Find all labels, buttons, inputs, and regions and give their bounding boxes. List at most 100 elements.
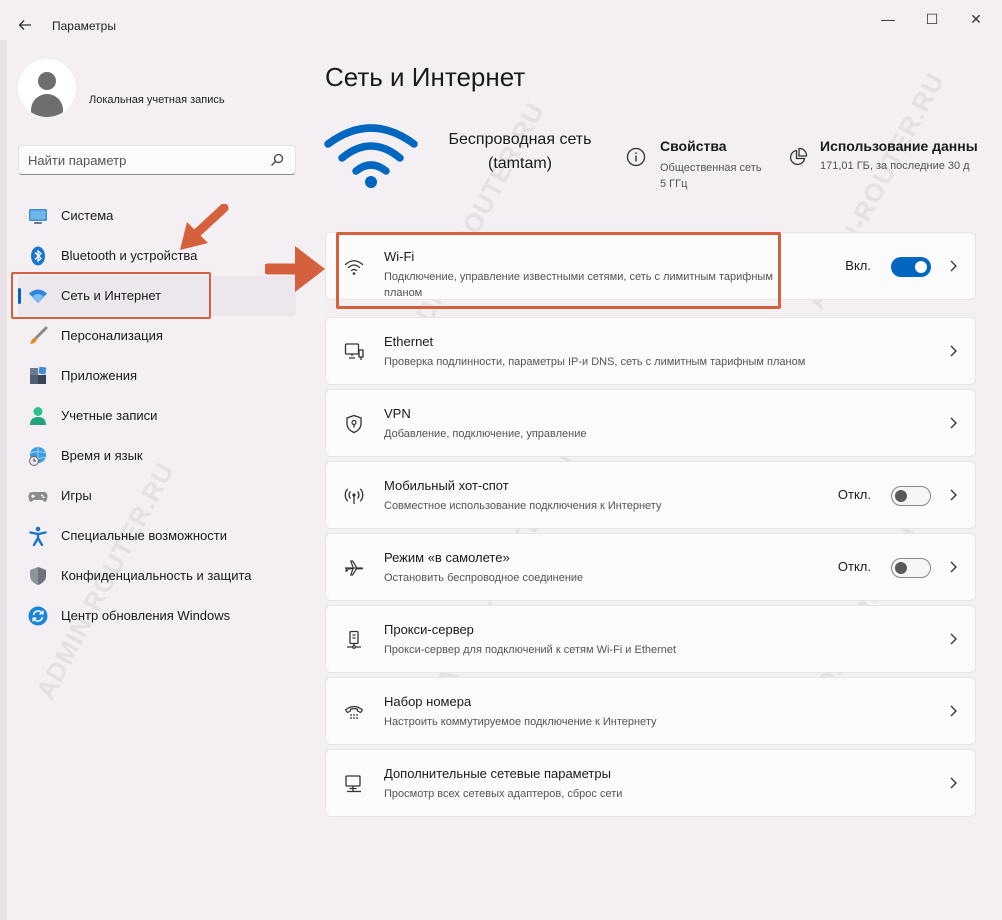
window-edge xyxy=(0,40,7,920)
network-name: Беспроводная сеть (tamtam) xyxy=(440,128,600,176)
chevron-right-icon[interactable] xyxy=(947,560,959,574)
data-usage-link[interactable]: Использование данны xyxy=(820,138,978,154)
chevron-right-icon[interactable] xyxy=(947,259,959,273)
title-bar: Параметры — ☐ ✕ xyxy=(0,0,1002,52)
network-computer-icon xyxy=(345,775,361,793)
toggle-state-label: Откл. xyxy=(837,487,871,502)
avatar-body xyxy=(31,94,63,117)
search-box[interactable] xyxy=(18,145,296,175)
advanced-network-settings-card[interactable]: Дополнительные сетевые параметры Просмот… xyxy=(325,749,976,817)
properties-network-type: Общественная сеть xyxy=(660,162,762,174)
avatar-head xyxy=(38,72,56,90)
card-title: Набор номера xyxy=(384,694,472,709)
chevron-right-icon[interactable] xyxy=(947,704,959,718)
maximize-button[interactable]: ☐ xyxy=(916,8,948,30)
annotation-arrow-down-left xyxy=(180,204,229,250)
close-button[interactable]: ✕ xyxy=(960,8,992,30)
hotspot-icon xyxy=(344,488,364,504)
info-icon[interactable] xyxy=(626,147,646,167)
toggle-state-label: Откл. xyxy=(837,559,871,574)
highlight-box-sidebar xyxy=(11,272,211,319)
card-title: Дополнительные сетевые параметры xyxy=(384,766,611,781)
data-usage-details: 171,01 ГБ, за последние 30 д xyxy=(820,160,970,172)
card-description: Остановить беспроводное соединение xyxy=(384,572,584,584)
gamepad-icon xyxy=(28,492,48,502)
mobile-hotspot-toggle[interactable] xyxy=(891,486,931,506)
sidebar-item-label: Центр обновления Windows xyxy=(61,608,231,623)
chevron-right-icon[interactable] xyxy=(947,632,959,646)
network-name-line1: Беспроводная сеть xyxy=(448,131,592,148)
chevron-right-icon[interactable] xyxy=(947,776,959,790)
bluetooth-icon xyxy=(31,246,45,266)
card-title: Режим «в самолете» xyxy=(384,550,510,565)
search-icon[interactable] xyxy=(270,153,284,167)
toggle-state-label: Вкл. xyxy=(845,258,871,273)
sidebar-item-label: Система xyxy=(61,208,114,223)
vpn-card[interactable]: VPN Добавление, подключение, управление xyxy=(325,389,976,457)
minimize-button[interactable]: — xyxy=(872,8,904,30)
card-description: Просмотр всех сетевых адаптеров, сброс с… xyxy=(384,788,623,800)
sidebar-nav: Система Bluetooth и устройства Сеть и Ин… xyxy=(18,196,296,636)
wifi-icon xyxy=(324,124,418,188)
sidebar-item-personalization[interactable]: Персонализация xyxy=(18,316,296,356)
card-title: Ethernet xyxy=(384,334,434,349)
properties-band: 5 ГГц xyxy=(660,178,688,190)
network-name-line2: (tamtam) xyxy=(488,155,552,172)
page-title: Сеть и Интернет xyxy=(325,62,526,92)
ethernet-card[interactable]: Ethernet Проверка подлинности, параметры… xyxy=(325,317,976,385)
sidebar-item-label: Учетные записи xyxy=(61,408,158,423)
accessibility-icon xyxy=(29,526,47,546)
proxy-card[interactable]: Прокси-сервер Прокси-сервер для подключе… xyxy=(325,605,976,673)
pie-chart-icon[interactable] xyxy=(788,147,808,167)
app-title: Параметры xyxy=(52,19,116,33)
sidebar-item-label: Персонализация xyxy=(61,328,163,343)
shield-icon xyxy=(30,567,46,585)
sidebar-item-apps[interactable]: Приложения xyxy=(18,356,296,396)
highlight-box-wifi xyxy=(336,232,781,309)
sidebar-item-accounts[interactable]: Учетные записи xyxy=(18,396,296,436)
proxy-icon xyxy=(347,630,361,649)
airplane-icon xyxy=(344,560,364,576)
sidebar-item-gaming[interactable]: Игры xyxy=(18,476,296,516)
wifi-toggle[interactable] xyxy=(891,257,931,277)
ethernet-icon xyxy=(344,343,364,360)
sidebar-item-system[interactable]: Система xyxy=(18,196,296,236)
card-title: Мобильный хот-спот xyxy=(384,478,509,493)
apps-icon xyxy=(30,366,47,384)
vpn-shield-icon xyxy=(346,414,362,434)
card-description: Добавление, подключение, управление xyxy=(384,428,587,440)
airplane-mode-toggle[interactable] xyxy=(891,558,931,578)
sidebar-item-label: Игры xyxy=(61,488,92,503)
update-icon xyxy=(28,606,48,626)
dialup-card[interactable]: Набор номера Настроить коммутируемое под… xyxy=(325,677,976,745)
settings-window: ADMIN-ROUTER.RU ADMIN-ROUTER.RU ADMIN-RO… xyxy=(0,0,1002,920)
brush-icon xyxy=(30,326,48,344)
avatar[interactable] xyxy=(18,59,76,117)
sidebar-item-label: Специальные возможности xyxy=(61,528,227,543)
sidebar-item-windows-update[interactable]: Центр обновления Windows xyxy=(18,596,296,636)
properties-link[interactable]: Свойства xyxy=(660,138,727,154)
back-button[interactable] xyxy=(14,14,36,36)
card-title: Прокси-сервер xyxy=(384,622,474,637)
card-description: Проверка подлинности, параметры IP-и DNS… xyxy=(384,356,806,368)
account-name: Локальная учетная запись xyxy=(89,94,225,106)
airplane-mode-card[interactable]: Режим «в самолете» Остановить беспроводн… xyxy=(325,533,976,601)
chevron-right-icon[interactable] xyxy=(947,344,959,358)
sidebar-item-privacy[interactable]: Конфиденциальность и защита xyxy=(18,556,296,596)
chevron-right-icon[interactable] xyxy=(947,416,959,430)
sidebar-item-label: Время и язык xyxy=(61,448,143,463)
annotation-arrow-right xyxy=(265,246,325,292)
chevron-right-icon[interactable] xyxy=(947,488,959,502)
dialup-icon xyxy=(344,705,364,719)
sidebar-item-accessibility[interactable]: Специальные возможности xyxy=(18,516,296,556)
arrow-left-icon xyxy=(18,20,31,30)
toggle-knob xyxy=(895,562,907,574)
toggle-knob xyxy=(915,261,927,273)
toggle-knob xyxy=(895,490,907,502)
card-description: Настроить коммутируемое подключение к Ин… xyxy=(384,716,657,728)
sidebar-item-bluetooth[interactable]: Bluetooth и устройства xyxy=(18,236,296,276)
mobile-hotspot-card[interactable]: Мобильный хот-спот Совместное использова… xyxy=(325,461,976,529)
card-description: Прокси-сервер для подключений к сетям Wi… xyxy=(384,644,677,656)
sidebar-item-time-language[interactable]: Время и язык xyxy=(18,436,296,476)
search-input[interactable] xyxy=(28,151,268,169)
